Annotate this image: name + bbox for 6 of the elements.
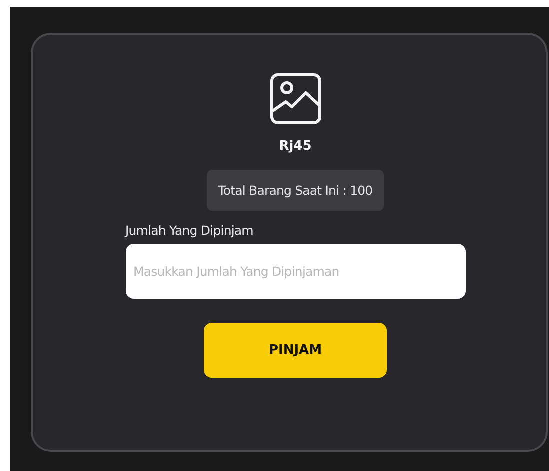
borrow-button[interactable]: PINJAM xyxy=(204,323,387,378)
field-label: Jumlah Yang Dipinjam xyxy=(126,223,254,238)
amount-field[interactable]: Masukkan Jumlah Yang Dipinjaman xyxy=(126,244,466,299)
item-name: Rj45 xyxy=(279,139,312,154)
stock-count: Total Barang Saat Ini : 100 xyxy=(207,170,384,211)
image-icon xyxy=(270,73,322,125)
